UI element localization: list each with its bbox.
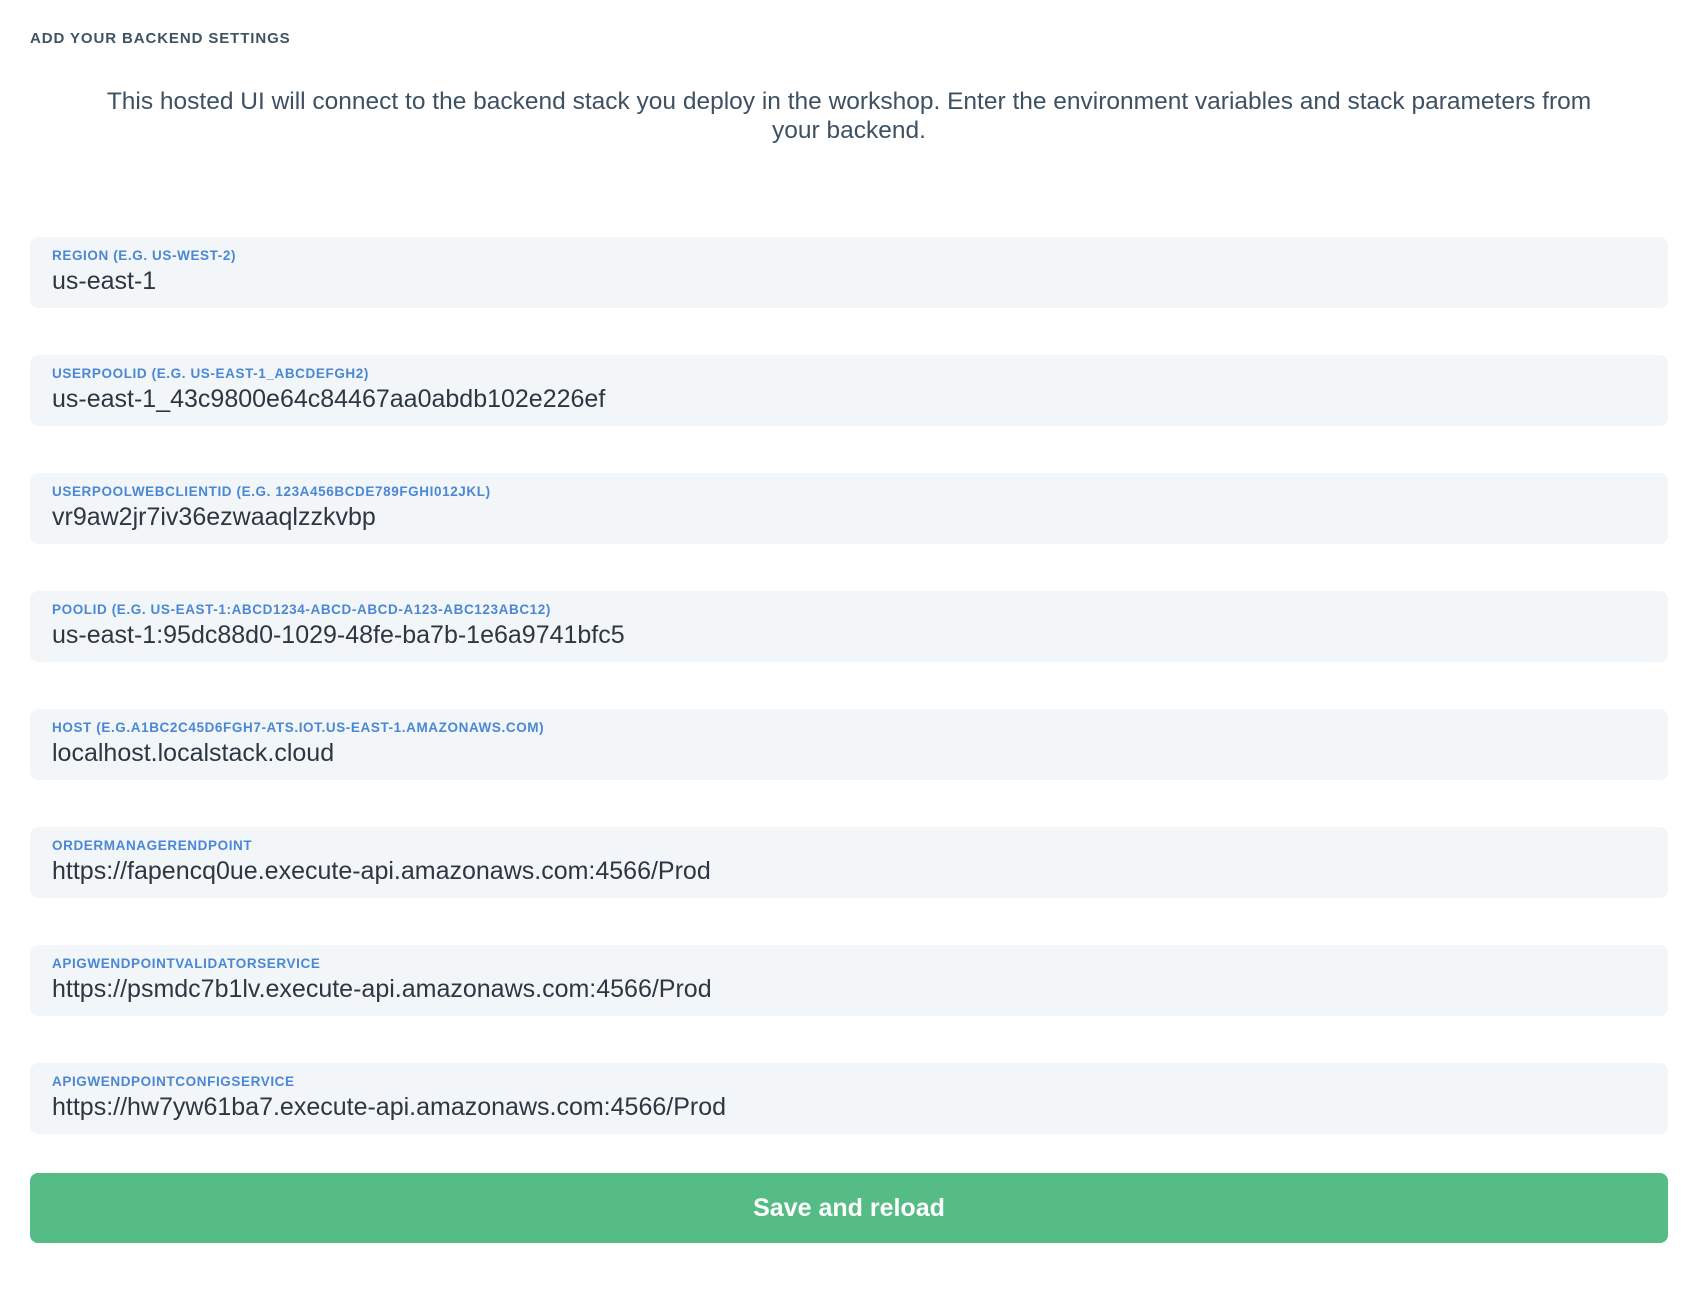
field-ordermanagerendpoint-label: ORDERMANAGERENDPOINT: [52, 837, 1646, 854]
field-userpoolid: USERPOOLID (E.G. US-EAST-1_ABCDEFGH2): [30, 355, 1668, 426]
save-and-reload-button[interactable]: Save and reload: [30, 1173, 1668, 1243]
field-userpoolid-label: USERPOOLID (E.G. US-EAST-1_ABCDEFGH2): [52, 365, 1646, 382]
page-description: This hosted UI will connect to the backe…: [99, 87, 1599, 145]
form-actions: Save and reload: [30, 1173, 1668, 1243]
field-ordermanagerendpoint-input[interactable]: [52, 856, 1646, 886]
field-poolid: POOLID (E.G. US-EAST-1:ABCD1234-ABCD-ABC…: [30, 591, 1668, 662]
field-apigwendpointvalidatorservice: APIGWENDPOINTVALIDATORSERVICE: [30, 945, 1668, 1016]
field-ordermanagerendpoint: ORDERMANAGERENDPOINT: [30, 827, 1668, 898]
field-apigwendpointconfigservice-input[interactable]: [52, 1092, 1646, 1122]
field-userpoolid-input[interactable]: [52, 384, 1646, 414]
field-userpoolwebclientid-input[interactable]: [52, 502, 1646, 532]
field-apigwendpointconfigservice: APIGWENDPOINTCONFIGSERVICE: [30, 1063, 1668, 1134]
field-host-label: HOST (E.G.A1BC2C45D6FGH7-ATS.IOT.US-EAST…: [52, 719, 1646, 736]
page-title: ADD YOUR BACKEND SETTINGS: [30, 30, 1668, 47]
field-region: REGION (E.G. US-WEST-2): [30, 237, 1668, 308]
field-poolid-label: POOLID (E.G. US-EAST-1:ABCD1234-ABCD-ABC…: [52, 601, 1646, 618]
field-apigwendpointconfigservice-label: APIGWENDPOINTCONFIGSERVICE: [52, 1073, 1646, 1090]
field-host-input[interactable]: [52, 738, 1646, 768]
field-region-label: REGION (E.G. US-WEST-2): [52, 247, 1646, 264]
field-userpoolwebclientid: USERPOOLWEBCLIENTID (E.G. 123A456BCDE789…: [30, 473, 1668, 544]
field-userpoolwebclientid-label: USERPOOLWEBCLIENTID (E.G. 123A456BCDE789…: [52, 483, 1646, 500]
field-host: HOST (E.G.A1BC2C45D6FGH7-ATS.IOT.US-EAST…: [30, 709, 1668, 780]
settings-form: REGION (E.G. US-WEST-2) USERPOOLID (E.G.…: [30, 237, 1668, 1134]
field-region-input[interactable]: [52, 266, 1646, 296]
field-poolid-input[interactable]: [52, 620, 1646, 650]
backend-settings-page: ADD YOUR BACKEND SETTINGS This hosted UI…: [0, 0, 1698, 1304]
field-apigwendpointvalidatorservice-input[interactable]: [52, 974, 1646, 1004]
field-apigwendpointvalidatorservice-label: APIGWENDPOINTVALIDATORSERVICE: [52, 955, 1646, 972]
